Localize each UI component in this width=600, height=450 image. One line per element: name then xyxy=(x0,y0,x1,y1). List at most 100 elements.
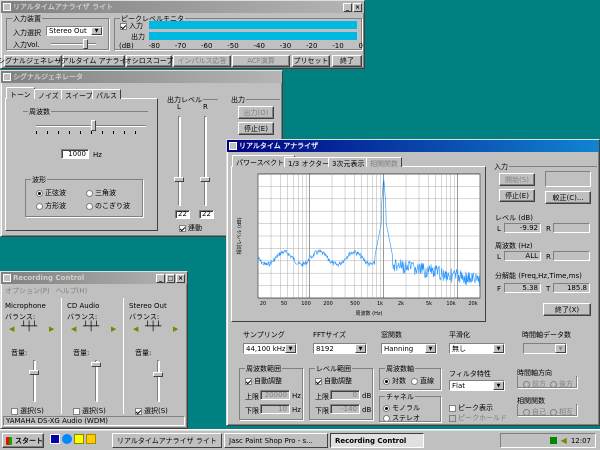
sampling-select[interactable]: 44,100 kHz xyxy=(243,343,297,354)
close-icon[interactable]: × xyxy=(353,2,362,12)
start-menu-button[interactable]: スタート xyxy=(2,433,44,448)
level-r-input[interactable]: 22 xyxy=(199,210,214,219)
network-icon[interactable] xyxy=(549,437,557,444)
mail-icon[interactable] xyxy=(74,434,84,444)
minimize-icon[interactable]: _ xyxy=(156,273,165,283)
maximize-icon[interactable]: □ xyxy=(166,273,175,283)
volume-thumb[interactable] xyxy=(153,372,163,377)
corr-auto-radio[interactable]: 自己 xyxy=(523,407,546,417)
peak-meter-out xyxy=(149,32,357,40)
freq-input[interactable]: 1000 xyxy=(61,149,89,159)
select-checkbox[interactable]: 選択(S) xyxy=(73,406,106,416)
menu-help[interactable]: ヘルプ(H) xyxy=(56,287,88,295)
select-checkbox[interactable]: 選択(S) xyxy=(135,406,168,416)
input-vol-thumb[interactable] xyxy=(83,39,88,49)
x-tick-label: 50 xyxy=(281,301,287,307)
exit-button[interactable]: 終了 xyxy=(332,55,362,67)
app-icon xyxy=(3,274,11,282)
volume-thumb[interactable] xyxy=(29,370,39,375)
balance-knob[interactable]: ┴┼┴ xyxy=(21,322,37,332)
task-paintshop[interactable]: Jasc Paint Shop Pro - s... xyxy=(224,433,328,448)
volume-thumb[interactable] xyxy=(91,362,101,367)
freqrange-upper-input[interactable]: 20000 xyxy=(260,390,290,400)
fft-select[interactable]: 8192 xyxy=(313,343,367,354)
freq-slider-thumb[interactable] xyxy=(91,120,96,131)
tab-noise[interactable]: ノイズ xyxy=(34,89,63,100)
folder-icon[interactable] xyxy=(86,434,96,444)
levelrange-upper-input[interactable]: 0 xyxy=(330,390,360,400)
preset-button[interactable]: プリセット xyxy=(292,55,330,67)
rec-titlebar[interactable]: Recording Control _ □ × xyxy=(1,272,187,284)
acf-button[interactable]: ACF演算 xyxy=(232,55,290,67)
level-l-thumb[interactable] xyxy=(174,177,184,182)
volume-track[interactable] xyxy=(33,360,36,402)
input-vol-slider[interactable] xyxy=(51,39,96,49)
level-r-track[interactable] xyxy=(204,116,207,206)
window-select[interactable]: Hanning xyxy=(381,343,437,354)
freqaxis-log-radio[interactable]: 対数 xyxy=(383,376,406,386)
siggen-stop-button[interactable]: 停止(E) xyxy=(238,122,274,135)
impulse-button[interactable]: インパルス応答 xyxy=(173,55,231,67)
task-rta-lite[interactable]: リアルタイムアナライザ ライト xyxy=(112,433,222,448)
corr-cross-radio[interactable]: 相互 xyxy=(550,407,573,417)
tab-3d[interactable]: 3次元表示 xyxy=(328,157,369,168)
rec-statusbar: YAMAHA DS-XG Audio (WDM) xyxy=(3,416,185,426)
level-l-track[interactable] xyxy=(178,116,181,206)
volume-icon[interactable]: ◀ xyxy=(561,436,567,445)
task-recording-control[interactable]: Recording Control xyxy=(330,433,424,448)
channel-stereo-radio[interactable]: ステレオ xyxy=(383,413,420,423)
input-device-select[interactable]: Stereo Out xyxy=(46,26,103,36)
select-label: 選択(S) xyxy=(144,407,168,415)
timedir-fwd-radio[interactable]: 前方 xyxy=(523,379,546,389)
peak-hold-checkbox[interactable]: ピークホールド xyxy=(449,413,507,423)
tab-correlation[interactable]: 相関関数 xyxy=(366,157,402,168)
x-tick-label: 1k xyxy=(377,301,383,307)
filter-select[interactable]: Flat xyxy=(449,380,505,391)
freq-slider[interactable] xyxy=(36,120,146,131)
menu-options[interactable]: オプション(P) xyxy=(5,287,50,295)
level-l-input[interactable]: 22 xyxy=(175,210,190,219)
balance-knob[interactable]: ┴┼┴ xyxy=(145,322,161,332)
freq-label: 周波数 xyxy=(28,107,51,117)
peak-display-checkbox[interactable]: ピーク表示 xyxy=(449,403,493,413)
fft-label: FFTサイズ xyxy=(313,331,346,339)
channel-mono-radio[interactable]: モノラル xyxy=(383,403,420,413)
freqrange-auto-checkbox[interactable]: 自動調整 xyxy=(245,376,282,386)
rta-lite-titlebar[interactable]: リアルタイムアナライザ ライト _ × xyxy=(1,1,364,13)
start-button[interactable]: 開始(S) xyxy=(499,173,535,186)
calibrate-button[interactable]: 較正(C)... xyxy=(545,191,591,204)
desktop-icon[interactable] xyxy=(50,434,60,444)
wave-saw-radio[interactable]: のこぎり波 xyxy=(86,201,130,211)
levelrange-auto-checkbox[interactable]: 自動調整 xyxy=(315,376,352,386)
close-icon[interactable]: × xyxy=(176,273,185,283)
timedir-back-radio[interactable]: 後方 xyxy=(550,379,573,389)
browser-icon[interactable] xyxy=(62,434,72,444)
link-checkbox[interactable]: 連動 xyxy=(179,223,202,233)
peak-in-checkbox[interactable]: 入力 xyxy=(120,21,143,31)
siggen-button[interactable]: シグナルジェネレータ xyxy=(0,55,68,67)
freqaxis-lin-radio[interactable]: 直線 xyxy=(411,376,434,386)
rta-close-button[interactable]: 終了(X) xyxy=(543,303,591,316)
wave-square-radio[interactable]: 方形波 xyxy=(36,201,66,211)
levelrange-lower-input[interactable]: -140 xyxy=(330,404,360,414)
minimize-icon[interactable]: _ xyxy=(343,2,352,12)
freq-group: 周波数 xyxy=(23,107,148,117)
wave-sine-radio[interactable]: 正弦波 xyxy=(36,188,66,198)
stop-button[interactable]: 停止(E) xyxy=(499,189,535,202)
level-r-thumb[interactable] xyxy=(200,177,210,182)
siggen-titlebar[interactable]: シグナルジェネレータ xyxy=(1,71,282,83)
rta-button[interactable]: リアルタイム アナライザ xyxy=(55,55,133,67)
rta-titlebar[interactable]: リアルタイム アナライザ xyxy=(227,140,599,152)
volume-track[interactable] xyxy=(157,360,160,402)
tab-pulse[interactable]: パルス xyxy=(92,89,121,100)
wave-triangle-radio[interactable]: 三角波 xyxy=(86,188,116,198)
select-checkbox[interactable]: 選択(S) xyxy=(11,406,44,416)
timeaxis-select[interactable] xyxy=(523,343,567,354)
oscilloscope-button[interactable]: オシロスコープ xyxy=(125,55,173,67)
freqrange-lower-input[interactable]: 10 xyxy=(260,404,290,414)
balance-knob[interactable]: ┴┼┴ xyxy=(83,322,99,332)
tab-tone[interactable]: トーン xyxy=(6,87,35,99)
recording-control-window: Recording Control _ □ × オプション(P) ヘルプ(H) M… xyxy=(0,271,188,429)
output-button[interactable]: 出力(O) xyxy=(238,106,274,119)
smooth-select[interactable]: 無し xyxy=(449,343,505,354)
